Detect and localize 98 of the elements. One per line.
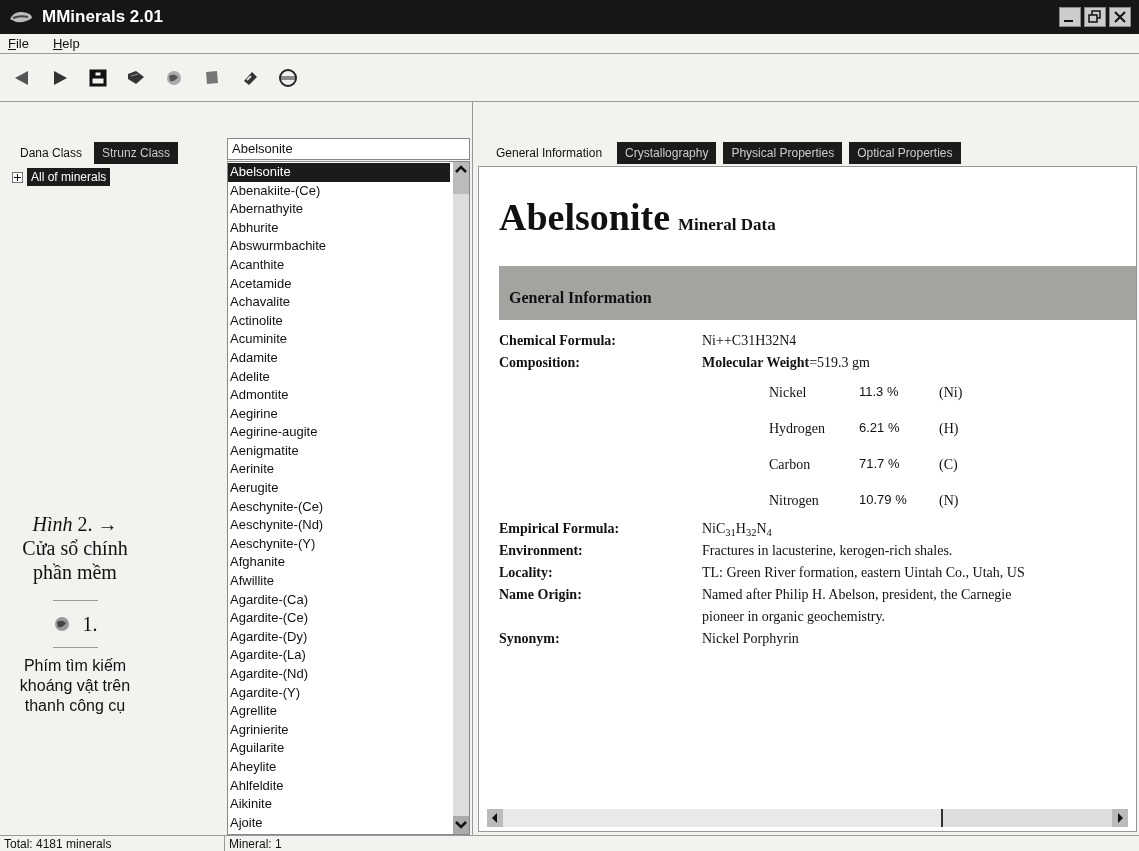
- search-field[interactable]: Abelsonite: [227, 138, 470, 160]
- list-item[interactable]: Aikinite: [228, 795, 450, 814]
- scroll-thumb[interactable]: [503, 809, 943, 827]
- list-item[interactable]: Abernathyite: [228, 200, 450, 219]
- caption-title: Hình 2. →: [32, 512, 118, 536]
- list-item[interactable]: Aeschynite-(Ce): [228, 497, 450, 517]
- tab[interactable]: General Information: [488, 142, 611, 164]
- close-icon[interactable]: [1109, 7, 1131, 27]
- element-name: Hydrogen: [769, 419, 826, 438]
- list-item[interactable]: Admontite: [228, 386, 450, 405]
- field-value: NiC$_{31}$H$_{32}$N$_{4}$: [702, 520, 772, 540]
- list-item[interactable]: Agardite-(Ca): [228, 590, 450, 610]
- list-item[interactable]: Agardite-(La): [228, 646, 450, 665]
- caption-text: Cửa sổ chính phần mềm: [21, 536, 129, 584]
- field-value: Ni++C31H32N4: [702, 332, 797, 350]
- field-label: Environment:: [499, 542, 584, 560]
- caption-note: Phím tìm kiếm khoáng vật trên thanh công cụ: [18, 656, 132, 716]
- list-item[interactable]: Aheylite: [228, 757, 450, 777]
- vertical-scrollbar[interactable]: [453, 161, 469, 834]
- list-item[interactable]: Agardite-(Dy): [228, 627, 450, 647]
- menu-item[interactable]: Help: [52, 33, 80, 54]
- menu-item[interactable]: File: [8, 33, 29, 54]
- field-value: TL: Green River formation, eastern Uintah Co., Utah, US: [702, 564, 1025, 582]
- element-name: Nickel: [769, 383, 808, 402]
- element-percent: 71.7 %: [859, 455, 901, 474]
- element-percent: 10.79 %: [859, 491, 908, 510]
- list-item[interactable]: Agardite-(Nd): [228, 665, 450, 684]
- section-title: General Information: [508, 288, 652, 308]
- list-item[interactable]: Acanthite: [228, 255, 450, 275]
- list-item[interactable]: Acetamide: [228, 274, 450, 294]
- field-value: Fractures in lacusterine, kerogen-rich shales.: [702, 542, 953, 560]
- scroll-up-icon[interactable]: [453, 161, 469, 194]
- field-label: Name Origin:: [499, 586, 583, 604]
- list-item[interactable]: Abswurmbachite: [228, 237, 450, 256]
- field-value: pioneer in organic geochemistry.: [702, 608, 887, 626]
- element-symbol: (C): [939, 455, 958, 474]
- minimize-icon[interactable]: [1059, 7, 1081, 27]
- field-value: Nickel Porphyrin: [702, 630, 799, 648]
- circle-icon[interactable]: [278, 67, 298, 88]
- tab[interactable]: Optical Properties: [849, 142, 961, 164]
- list-item[interactable]: Aenigmatite: [228, 441, 450, 461]
- list-item[interactable]: Agardite-(Ce): [228, 609, 450, 628]
- field-label: Empirical Formula:: [499, 520, 621, 538]
- list-item[interactable]: Abhurite: [228, 218, 450, 238]
- element-name: Carbon: [769, 455, 812, 474]
- field-label: Composition:: [499, 354, 581, 372]
- list-item[interactable]: Agardite-(Y): [228, 683, 450, 703]
- caption-number: 1.: [82, 612, 98, 637]
- list-item[interactable]: Ajoite: [228, 813, 450, 833]
- list-item[interactable]: Acuminite: [228, 330, 450, 349]
- list-item[interactable]: Aeschynite-(Nd): [228, 516, 450, 535]
- list-item[interactable]: Aerinite: [228, 460, 450, 480]
- status-text: Total: 4181 minerals: [3, 836, 113, 851]
- field-value: Named after Philip H. Abelson, president, the Carnegie: [702, 586, 1012, 604]
- list-item[interactable]: Ahlfeldite: [228, 776, 450, 796]
- mineral-title: Abelsonite: [499, 195, 670, 240]
- tab[interactable]: Dana Class: [12, 142, 91, 164]
- list-item[interactable]: Aerugite: [228, 479, 450, 498]
- list-item[interactable]: Afghanite: [228, 553, 450, 573]
- element-symbol: (H): [939, 419, 959, 438]
- status-text: Mineral: 1: [224, 836, 282, 851]
- field-label: Locality:: [499, 564, 554, 582]
- element-symbol: (N): [939, 491, 959, 510]
- list-item[interactable]: Achavalite: [228, 293, 450, 312]
- element-percent: 11.3 %: [859, 383, 900, 402]
- list-item[interactable]: Afwillite: [228, 572, 450, 591]
- list-item[interactable]: Agrinierite: [228, 720, 450, 740]
- list-item[interactable]: Abenakiite-(Ce): [228, 181, 450, 201]
- element-percent: 6.21 %: [859, 419, 901, 438]
- element-name: Nitrogen: [769, 491, 820, 510]
- expander-icon[interactable]: [12, 171, 23, 183]
- tab[interactable]: Physical Properties: [723, 142, 843, 164]
- tab[interactable]: Crystallography: [617, 142, 717, 164]
- list-item[interactable]: Actinolite: [228, 311, 450, 331]
- field-value: Molecular Weight=519.3 gm: [702, 354, 871, 372]
- field-label: Chemical Formula:: [499, 332, 618, 350]
- field-label: Synonym:: [499, 630, 561, 648]
- list-item[interactable]: Aegirine: [228, 404, 450, 424]
- tab[interactable]: Strunz Class: [94, 142, 179, 164]
- list-item[interactable]: Adelite: [228, 367, 450, 387]
- save-icon[interactable]: [88, 67, 108, 88]
- window-title: MMinerals 2.01: [42, 6, 163, 29]
- list-item[interactable]: Aegirine-augite: [228, 423, 450, 442]
- list-item[interactable]: Aguilarite: [228, 739, 450, 758]
- list-item[interactable]: Abelsonite: [228, 162, 450, 182]
- scroll-left-icon[interactable]: [487, 809, 503, 827]
- list-item[interactable]: Agrellite: [228, 702, 450, 721]
- restore-icon[interactable]: [1084, 7, 1106, 27]
- scroll-down-icon[interactable]: [453, 816, 469, 834]
- list-item[interactable]: Adamite: [228, 348, 450, 368]
- tree-item[interactable]: All of minerals: [27, 168, 111, 186]
- globe-icon: [52, 615, 71, 633]
- scroll-right-icon[interactable]: [1112, 809, 1128, 827]
- app-icon: [8, 9, 34, 25]
- element-symbol: (Ni): [939, 383, 963, 402]
- horizontal-scrollbar[interactable]: [487, 809, 1128, 827]
- mineral-subtitle: Mineral Data: [678, 214, 776, 236]
- list-item[interactable]: Aeschynite-(Y): [228, 534, 450, 554]
